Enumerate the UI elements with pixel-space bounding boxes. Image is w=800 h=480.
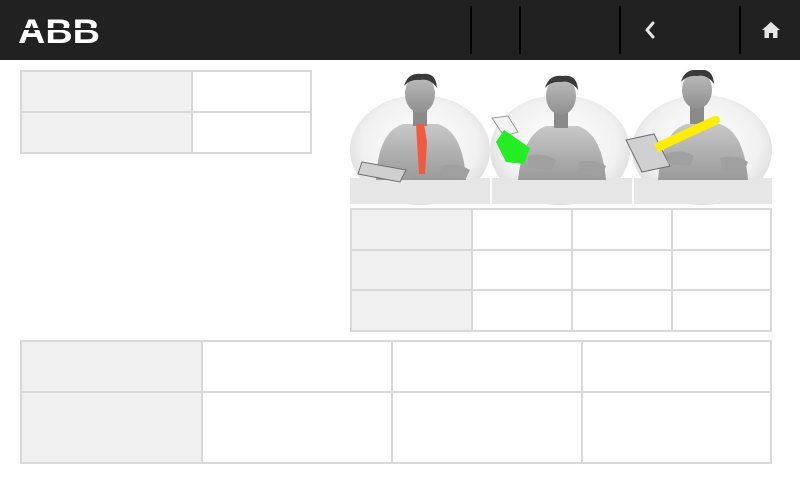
table-header-cell [20, 340, 203, 393]
abb-logo: ABB [18, 14, 100, 46]
table-cell [471, 249, 573, 291]
table-row [350, 289, 772, 332]
desk [492, 178, 632, 204]
app-screen: ABB [0, 0, 800, 480]
home-button[interactable] [741, 6, 800, 54]
table-cell [391, 340, 583, 393]
table-row [20, 391, 772, 464]
table-header-cell [20, 391, 203, 464]
table-header-cell [350, 208, 473, 251]
table-cell [391, 391, 583, 464]
table-row [20, 70, 312, 113]
yellow-pen-figure [625, 70, 772, 205]
table-header-cell [350, 249, 473, 291]
toolbar-slot-2-button[interactable] [521, 6, 619, 54]
top-bar: ABB [0, 0, 800, 60]
table-cell [671, 289, 772, 332]
table-cell [571, 289, 673, 332]
user-illustration [350, 70, 772, 205]
info-table-bottom [20, 340, 772, 464]
table-cell [201, 391, 393, 464]
back-button[interactable] [621, 6, 739, 54]
table-cell [191, 111, 312, 154]
table-row [350, 208, 772, 251]
table-cell [581, 391, 772, 464]
red-tie-figure [350, 73, 490, 205]
pen-cap [712, 116, 720, 124]
table-header-cell [20, 70, 193, 113]
table-header-cell [20, 111, 193, 154]
table-cell [581, 340, 772, 393]
table-cell [471, 208, 573, 251]
table-cell [571, 208, 673, 251]
table-row [350, 249, 772, 291]
table-cell [571, 249, 673, 291]
table-cell [191, 70, 312, 113]
chevron-left-icon [645, 21, 655, 39]
table-header-cell [350, 289, 473, 332]
table-cell [201, 340, 393, 393]
info-table-top-left [20, 70, 312, 154]
table-cell [671, 208, 772, 251]
table-row [20, 340, 772, 393]
desk [634, 178, 772, 204]
table-row [20, 111, 312, 154]
home-icon [761, 22, 780, 38]
info-table-right [350, 208, 772, 332]
table-cell [471, 289, 573, 332]
toolbar-slot-1-button[interactable] [472, 6, 519, 54]
table-cell [671, 249, 772, 291]
green-tablet-figure [490, 75, 632, 205]
desk [350, 178, 490, 204]
